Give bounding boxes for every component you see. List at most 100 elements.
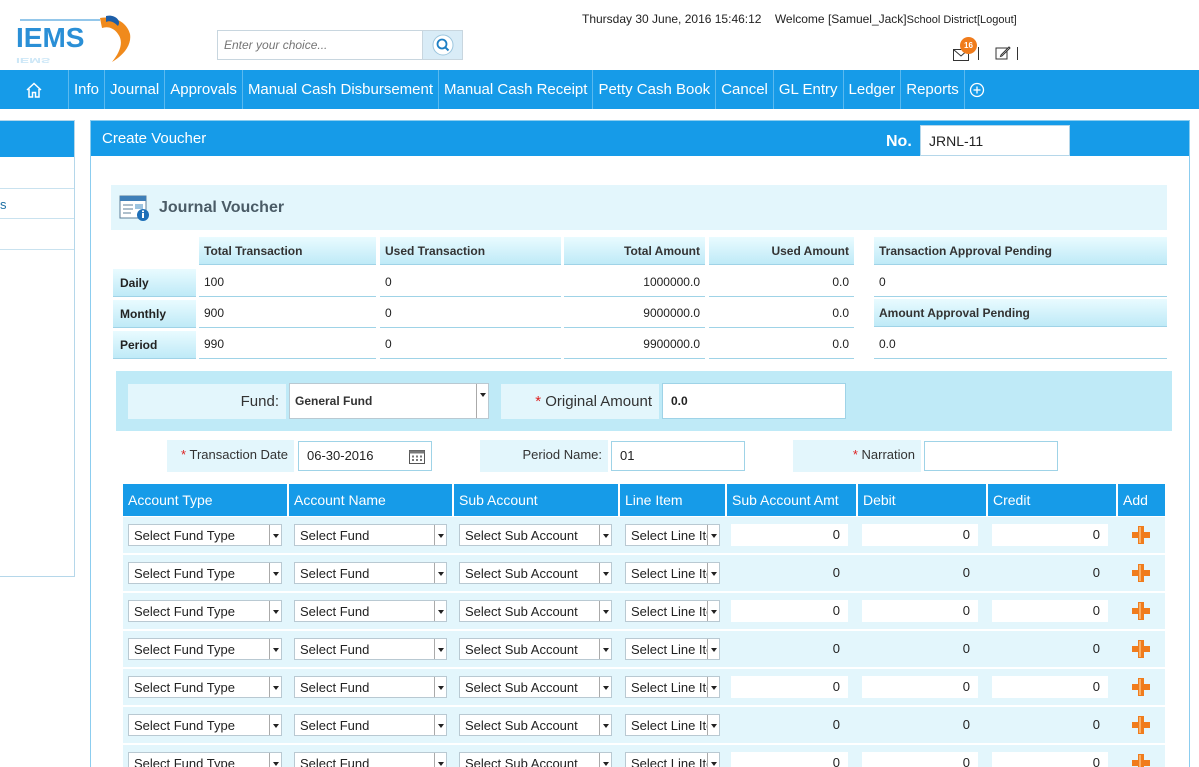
nav-manual-cash-receipt[interactable]: Manual Cash Receipt xyxy=(439,70,594,109)
account-name-select[interactable]: Select Fund xyxy=(294,638,447,660)
credit-input[interactable]: 0 xyxy=(992,600,1108,622)
nav-cancel[interactable]: Cancel xyxy=(716,70,774,109)
sub-account-select[interactable]: Select Sub Account xyxy=(459,524,612,546)
credit-input[interactable]: 0 xyxy=(992,676,1108,698)
account-type-select-value: Select Fund Type xyxy=(134,566,235,581)
nav-gl-entry[interactable]: GL Entry xyxy=(774,70,844,109)
account-type-select[interactable]: Select Fund Type xyxy=(128,562,282,584)
nav-ledger[interactable]: Ledger xyxy=(844,70,902,109)
transaction-date-label: * Transaction Date xyxy=(167,440,294,472)
sub-account-select[interactable]: Select Sub Account xyxy=(459,714,612,736)
sub-account-amt-input[interactable]: 0 xyxy=(731,752,848,767)
debit-input[interactable]: 0 xyxy=(862,562,978,584)
district-logout-link[interactable]: School District[Logout] xyxy=(907,14,1017,26)
sidebar-item[interactable]: s xyxy=(0,188,74,219)
sidebar-item[interactable] xyxy=(0,219,74,250)
edit-icon[interactable] xyxy=(995,45,1011,61)
line-item-select[interactable]: Select Line Item xyxy=(625,562,720,584)
add-row-plus-icon[interactable] xyxy=(1131,753,1151,767)
messages-button[interactable]: 16 xyxy=(952,37,977,63)
line-item-select[interactable]: Select Line Item xyxy=(625,676,720,698)
credit-input[interactable]: 0 xyxy=(992,562,1108,584)
debit-input[interactable]: 0 xyxy=(862,600,978,622)
sub-account-select-value: Select Sub Account xyxy=(465,604,578,619)
voucher-no-field[interactable]: JRNL-11 xyxy=(920,125,1070,156)
add-row-plus-icon[interactable] xyxy=(1131,639,1151,659)
sub-account-amt-input[interactable]: 0 xyxy=(731,638,848,660)
sub-account-amt-input[interactable]: 0 xyxy=(731,714,848,736)
sub-account-select-value: Select Sub Account xyxy=(465,528,578,543)
sub-account-select[interactable]: Select Sub Account xyxy=(459,600,612,622)
account-name-select[interactable]: Select Fund xyxy=(294,562,447,584)
debit-input[interactable]: 0 xyxy=(862,752,978,767)
account-name-select[interactable]: Select Fund xyxy=(294,676,447,698)
chevron-down-icon xyxy=(707,639,719,659)
add-row-plus-icon[interactable] xyxy=(1131,677,1151,697)
credit-input[interactable]: 0 xyxy=(992,524,1108,546)
sub-account-select[interactable]: Select Sub Account xyxy=(459,638,612,660)
nav-manual-cash-disbursement[interactable]: Manual Cash Disbursement xyxy=(243,70,440,109)
line-item-select[interactable]: Select Line Item xyxy=(625,714,720,736)
nav-home[interactable] xyxy=(0,70,69,109)
account-name-select[interactable]: Select Fund xyxy=(294,714,447,736)
row-label-daily: Daily xyxy=(113,269,196,297)
daily-used-transaction: 0 xyxy=(380,267,561,297)
account-type-select[interactable]: Select Fund Type xyxy=(128,638,282,660)
chevron-down-icon xyxy=(476,384,488,418)
add-row-plus-icon[interactable] xyxy=(1131,601,1151,621)
debit-input[interactable]: 0 xyxy=(862,714,978,736)
debit-input[interactable]: 0 xyxy=(862,676,978,698)
add-row-plus-icon[interactable] xyxy=(1131,715,1151,735)
left-sidebar: s xyxy=(0,120,75,577)
narration-input[interactable] xyxy=(924,441,1058,471)
calendar-icon[interactable] xyxy=(409,449,425,464)
sub-account-amt-input[interactable]: 0 xyxy=(731,524,848,546)
debit-input[interactable]: 0 xyxy=(862,638,978,660)
transaction-date-input[interactable]: 06-30-2016 xyxy=(298,441,432,471)
account-type-select[interactable]: Select Fund Type xyxy=(128,676,282,698)
line-item-select[interactable]: Select Line Item xyxy=(625,752,720,767)
sub-account-select[interactable]: Select Sub Account xyxy=(459,562,612,584)
search-button[interactable] xyxy=(422,31,462,59)
sub-account-amt-input[interactable]: 0 xyxy=(731,562,848,584)
fund-select[interactable]: General Fund xyxy=(289,383,489,419)
search-input[interactable] xyxy=(218,31,422,59)
period-name-input[interactable]: 01 xyxy=(611,441,745,471)
original-amount-input[interactable]: 0.0 xyxy=(662,383,846,419)
account-type-select-value: Select Fund Type xyxy=(134,718,235,733)
nav-approvals[interactable]: Approvals xyxy=(165,70,243,109)
col-add: Add xyxy=(1118,484,1165,516)
line-item-select[interactable]: Select Line Item xyxy=(625,600,720,622)
line-item-select[interactable]: Select Line Item xyxy=(625,638,720,660)
line-item-select[interactable]: Select Line Item xyxy=(625,524,720,546)
nav-more-button[interactable] xyxy=(965,70,989,109)
iems-logo[interactable]: IEMS IEMS xyxy=(14,12,134,64)
nav-reports[interactable]: Reports xyxy=(901,70,965,109)
nav-journal[interactable]: Journal xyxy=(105,70,166,109)
period-total-transaction: 990 xyxy=(199,329,376,359)
add-row-plus-icon[interactable] xyxy=(1131,563,1151,583)
credit-input[interactable]: 0 xyxy=(992,714,1108,736)
account-type-select[interactable]: Select Fund Type xyxy=(128,524,282,546)
chevron-down-icon xyxy=(599,563,611,583)
account-name-select[interactable]: Select Fund xyxy=(294,600,447,622)
nav-petty-cash-book[interactable]: Petty Cash Book xyxy=(593,70,717,109)
account-type-select-value: Select Fund Type xyxy=(134,604,235,619)
sub-account-amt-input[interactable]: 0 xyxy=(731,676,848,698)
nav-info[interactable]: Info xyxy=(69,70,106,109)
chevron-down-icon xyxy=(269,563,281,583)
sub-account-amt-input[interactable]: 0 xyxy=(731,600,848,622)
debit-input[interactable]: 0 xyxy=(862,524,978,546)
account-name-select[interactable]: Select Fund xyxy=(294,752,447,767)
credit-input[interactable]: 0 xyxy=(992,752,1108,767)
divider xyxy=(1017,46,1018,60)
sub-account-select[interactable]: Select Sub Account xyxy=(459,752,612,767)
account-type-select[interactable]: Select Fund Type xyxy=(128,752,282,767)
sub-account-select[interactable]: Select Sub Account xyxy=(459,676,612,698)
account-name-select[interactable]: Select Fund xyxy=(294,524,447,546)
table-row: Select Fund Type Select Fund Select Sub Ac… xyxy=(123,593,1165,629)
account-type-select[interactable]: Select Fund Type xyxy=(128,714,282,736)
account-type-select[interactable]: Select Fund Type xyxy=(128,600,282,622)
credit-input[interactable]: 0 xyxy=(992,638,1108,660)
add-row-plus-icon[interactable] xyxy=(1131,525,1151,545)
